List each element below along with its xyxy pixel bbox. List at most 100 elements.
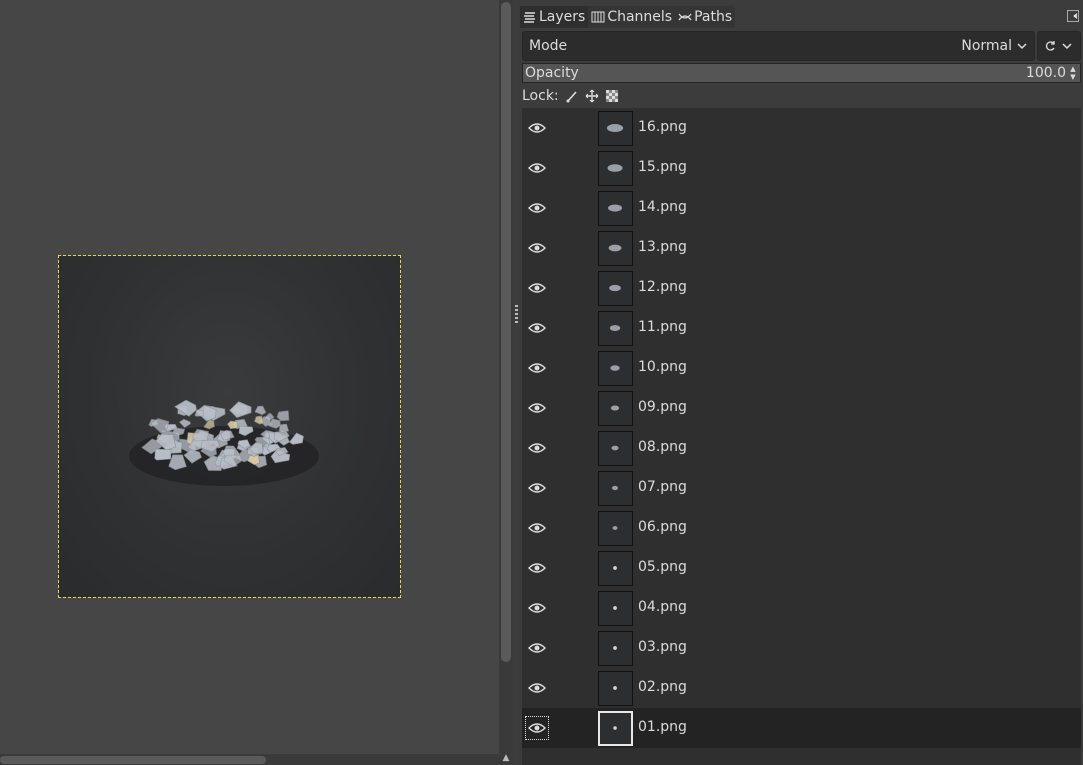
thumbnail-preview-image (609, 325, 621, 331)
chevron-down-icon (1062, 43, 1072, 50)
opacity-spin-buttons[interactable]: ▲ ▼ (1068, 64, 1078, 82)
layer-thumbnail[interactable] (598, 711, 633, 746)
opacity-value[interactable]: 100.0 (1026, 65, 1066, 81)
spin-up-icon[interactable]: ▲ (1070, 65, 1075, 73)
layer-name[interactable]: 03.png (638, 639, 687, 655)
lock-position-move-icon[interactable] (585, 89, 599, 103)
visibility-toggle[interactable] (524, 555, 550, 581)
visibility-toggle[interactable] (524, 315, 550, 341)
visibility-toggle[interactable] (524, 595, 550, 621)
layer-row[interactable]: 15.png (522, 148, 1081, 188)
image-layer-boundary[interactable] (58, 255, 401, 598)
layer-thumbnail[interactable] (598, 111, 633, 146)
thumbnail-preview-image (608, 204, 623, 212)
visibility-toggle[interactable] (524, 195, 550, 221)
layer-name[interactable]: 07.png (638, 479, 687, 495)
visibility-toggle[interactable] (524, 355, 550, 381)
visibility-toggle[interactable] (524, 515, 550, 541)
layer-row[interactable]: 13.png (522, 228, 1081, 268)
tab-channels[interactable]: Channels (588, 6, 676, 28)
layer-thumbnail[interactable] (598, 471, 633, 506)
dock-tabbar: Layers Channels Paths (520, 6, 736, 28)
layer-name[interactable]: 16.png (638, 119, 687, 135)
composite-mode-button[interactable] (1037, 31, 1081, 61)
layer-row[interactable]: 14.png (522, 188, 1081, 228)
layer-row[interactable]: 05.png (522, 548, 1081, 588)
horizontal-scrollbar[interactable] (0, 754, 499, 765)
layer-name[interactable]: 02.png (638, 679, 687, 695)
layer-row[interactable]: 07.png (522, 468, 1081, 508)
eye-icon (528, 523, 546, 533)
horizontal-scrollbar-thumb[interactable] (0, 756, 266, 764)
layer-name[interactable]: 09.png (638, 399, 687, 415)
splitter-grip-icon[interactable] (515, 305, 518, 325)
layer-name[interactable]: 11.png (638, 319, 687, 335)
thumbnail-preview-image (608, 244, 622, 252)
layer-row[interactable]: 01.png (522, 708, 1081, 748)
spin-down-icon[interactable]: ▼ (1070, 73, 1075, 81)
scroll-up-arrow-icon[interactable]: ▲ (501, 753, 511, 763)
mode-row: Mode Normal (522, 31, 1081, 61)
layer-row[interactable]: 02.png (522, 668, 1081, 708)
visibility-toggle[interactable] (524, 435, 550, 461)
image-canvas[interactable] (0, 0, 500, 765)
vertical-scrollbar[interactable]: ▲ (499, 0, 513, 765)
layer-thumbnail[interactable] (598, 511, 633, 546)
layer-row[interactable]: 16.png (522, 108, 1081, 148)
layer-row[interactable]: 06.png (522, 508, 1081, 548)
visibility-toggle[interactable] (524, 155, 550, 181)
visibility-toggle[interactable] (524, 675, 550, 701)
tab-paths[interactable]: Paths (675, 6, 736, 28)
lock-alpha-checker-icon[interactable] (605, 89, 619, 103)
dock-menu-button[interactable] (1067, 10, 1079, 22)
layer-row[interactable]: 10.png (522, 348, 1081, 388)
layer-thumbnail[interactable] (598, 351, 633, 386)
eye-icon (528, 603, 546, 613)
layer-row[interactable]: 12.png (522, 268, 1081, 308)
layer-thumbnail[interactable] (598, 431, 633, 466)
layer-list[interactable]: 16.png 15.png 14.png 13.png 12.png 11.png 10.p… (522, 108, 1081, 765)
visibility-toggle[interactable] (524, 395, 550, 421)
layer-name[interactable]: 10.png (638, 359, 687, 375)
visibility-toggle[interactable] (524, 235, 550, 261)
layer-row[interactable]: 03.png (522, 628, 1081, 668)
layer-thumbnail[interactable] (598, 671, 633, 706)
layer-name[interactable]: 15.png (638, 159, 687, 175)
eye-icon (528, 283, 546, 293)
layer-thumbnail[interactable] (598, 271, 633, 306)
layer-name[interactable]: 13.png (638, 239, 687, 255)
layer-row[interactable]: 11.png (522, 308, 1081, 348)
visibility-toggle[interactable] (524, 115, 550, 141)
visibility-toggle[interactable] (524, 635, 550, 661)
layer-thumbnail[interactable] (598, 551, 633, 586)
layer-name[interactable]: 12.png (638, 279, 687, 295)
tab-layers[interactable]: Layers (520, 6, 589, 28)
layer-name[interactable]: 04.png (638, 599, 687, 615)
layer-thumbnail[interactable] (598, 391, 633, 426)
layer-name[interactable]: 05.png (638, 559, 687, 575)
layer-name[interactable]: 14.png (638, 199, 687, 215)
lock-row: Lock: (522, 86, 619, 106)
layer-row[interactable]: 08.png (522, 428, 1081, 468)
layer-thumbnail[interactable] (598, 591, 633, 626)
visibility-toggle[interactable] (524, 715, 550, 741)
layer-row[interactable]: 04.png (522, 588, 1081, 628)
layer-thumbnail[interactable] (598, 231, 633, 266)
panel-splitter[interactable] (513, 0, 520, 765)
opacity-spinscale[interactable]: Opacity 100.0 ▲ ▼ (522, 63, 1081, 83)
layer-name[interactable]: 01.png (638, 719, 687, 735)
vertical-scrollbar-thumb[interactable] (501, 2, 511, 662)
lock-pixels-brush-icon[interactable] (565, 89, 579, 103)
eye-icon (528, 483, 546, 493)
layer-name[interactable]: 08.png (638, 439, 687, 455)
layers-icon (524, 12, 535, 23)
visibility-toggle[interactable] (524, 475, 550, 501)
layer-thumbnail[interactable] (598, 191, 633, 226)
layer-thumbnail[interactable] (598, 631, 633, 666)
layer-name[interactable]: 06.png (638, 519, 687, 535)
layer-mode-select[interactable]: Mode Normal (522, 31, 1035, 61)
visibility-toggle[interactable] (524, 275, 550, 301)
layer-thumbnail[interactable] (598, 151, 633, 186)
layer-row[interactable]: 09.png (522, 388, 1081, 428)
layer-thumbnail[interactable] (598, 311, 633, 346)
